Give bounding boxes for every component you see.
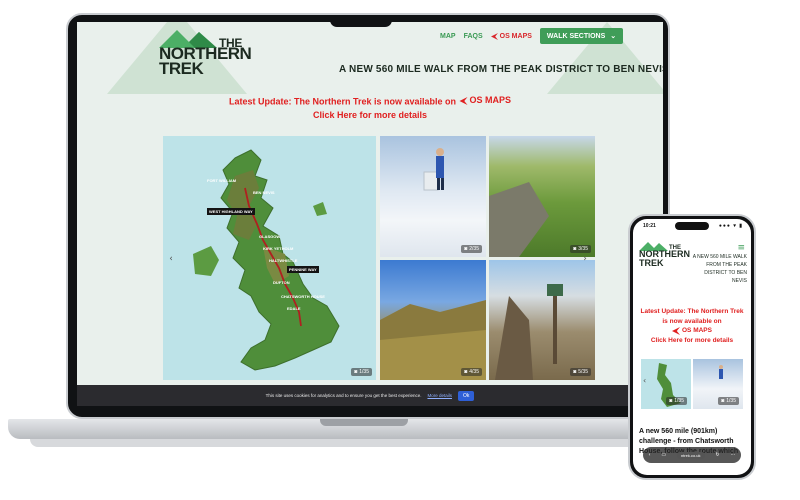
map-label-pennine-way: PENNINE WAY xyxy=(287,266,319,273)
cairn-signpost-scene xyxy=(495,284,563,380)
nav-os-maps[interactable]: OS MAPS xyxy=(490,32,532,40)
address-bar[interactable]: ntrek.co.uk xyxy=(676,451,705,459)
map-label-glasgow: GLASGOW xyxy=(259,234,281,239)
camera-icon: ◙ xyxy=(573,369,577,375)
os-maps-logo-icon xyxy=(490,32,498,40)
cookie-more-link[interactable]: More details xyxy=(427,393,452,398)
os-maps-logo-icon xyxy=(672,326,680,335)
site-header: THE NORTHERN TREK MAP FAQS OS MAPS WALK … xyxy=(77,22,663,96)
map-label-ben-nevis: BEN NEVIS xyxy=(253,190,275,195)
map-label-kirk-yetholm: KIRK YETHOLM xyxy=(263,246,294,251)
camera-icon: ◙ xyxy=(669,398,673,404)
phone-update-details-link[interactable]: Click Here for more details xyxy=(633,336,751,346)
phone-screen: 10:21 ●●● ▾ ▮ THE NORTHERN TREK ≡ A NEW … xyxy=(633,219,751,475)
dynamic-island xyxy=(675,222,709,230)
map-label-haltwhistle: HALTWHISTLE xyxy=(269,258,298,263)
route-map-tile[interactable]: FORT WILLIAM BEN NEVIS WEST HIGHLAND WAY… xyxy=(163,136,376,380)
main-nav: MAP FAQS OS MAPS WALK SECTIONS ⌄ xyxy=(440,27,624,45)
back-icon[interactable]: ‹ xyxy=(648,452,650,458)
cookie-bar: This site uses cookies for analytics and… xyxy=(77,385,663,406)
phone-time: 10:21 xyxy=(643,223,656,229)
phone-gallery-photo[interactable]: ◙ 1/35 xyxy=(693,359,743,409)
camera-icon: ◙ xyxy=(573,246,577,252)
camera-icon: ◙ xyxy=(721,398,725,404)
gallery-photo-cairn[interactable]: ◙ 5/35 xyxy=(489,260,595,380)
map-photo-badge: ◙ 1/35 xyxy=(351,368,372,376)
phone-photo-badge: ◙ 1/35 xyxy=(718,397,739,405)
update-os-maps: OS MAPS xyxy=(459,94,512,107)
more-icon[interactable]: ⋯ xyxy=(731,452,736,458)
phone-logo-line-2: TREK xyxy=(639,258,664,268)
phone-update-os-maps: OS MAPS xyxy=(633,326,751,336)
update-text: Latest Update: The Northern Trek is now … xyxy=(228,96,457,107)
phone-gallery-map[interactable]: ◙ 1/35 xyxy=(641,359,691,409)
logo-wordmark: NORTHERN TREK xyxy=(159,45,252,78)
hiker-figure xyxy=(423,148,444,191)
os-maps-logo-icon xyxy=(459,96,468,105)
update-details-link[interactable]: Click Here for more details xyxy=(77,109,663,122)
laptop-trackpad-notch xyxy=(320,419,408,426)
phone-status-icons: ●●● ▾ ▮ xyxy=(718,223,743,229)
moorland-scene xyxy=(380,300,486,380)
gallery-photo-summit[interactable]: ◙ 2/35 xyxy=(380,136,486,257)
photo-badge: ◙ 5/35 xyxy=(570,368,591,376)
camera-icon: ◙ xyxy=(354,369,358,375)
tabs-icon[interactable]: ▭ xyxy=(661,452,666,458)
update-os-maps-label: OS MAPS xyxy=(469,95,512,105)
laptop-camera-notch xyxy=(330,15,392,27)
latest-update-banner[interactable]: Latest Update: The Northern Trek is now … xyxy=(77,94,663,122)
camera-icon: ◙ xyxy=(464,369,468,375)
chevron-down-icon: ⌄ xyxy=(610,33,617,40)
badge-count: 1/35 xyxy=(726,398,736,404)
phone-status-bar: 10:21 ●●● ▾ ▮ xyxy=(633,219,751,233)
photo-gallery: FORT WILLIAM BEN NEVIS WEST HIGHLAND WAY… xyxy=(163,136,595,380)
gallery-photo-moorland[interactable]: ◙ 4/35 xyxy=(380,260,486,380)
cookie-text: This site uses cookies for analytics and… xyxy=(265,393,422,398)
phone-update-banner[interactable]: Latest Update: The Northern Trek is now … xyxy=(633,307,751,345)
walk-sections-button[interactable]: WALK SECTIONS ⌄ xyxy=(539,28,624,44)
gallery-prev-arrow-icon[interactable]: ‹ xyxy=(164,252,178,266)
laptop-screen: THE NORTHERN TREK MAP FAQS OS MAPS WALK … xyxy=(77,22,663,406)
phone-update-os-label: OS MAPS xyxy=(682,327,712,334)
phone-site-header: THE NORTHERN TREK ≡ A NEW 560 MILE WALK … xyxy=(633,233,751,293)
map-label-chatsworth: CHATSWORTH HOUSE xyxy=(281,294,325,299)
phone-tagline: A NEW 560 MILE WALK FROM THE PEAK DISTRI… xyxy=(692,254,747,284)
phone-update-line-2: is now available on xyxy=(662,317,722,325)
site-tagline: A NEW 560 MILE WALK FROM THE PEAK DISTRI… xyxy=(339,64,663,75)
badge-count: 5/35 xyxy=(578,369,588,375)
photo-badge: ◙ 4/35 xyxy=(461,368,482,376)
gallery-photo-valley[interactable]: ◙ 3/35 xyxy=(489,136,595,257)
badge-count: 2/35 xyxy=(469,246,479,252)
map-label-dufton: DUFTON xyxy=(273,280,290,285)
laptop-shadow xyxy=(30,439,700,447)
map-label-fort-william: FORT WILLIAM xyxy=(207,178,237,183)
camera-icon: ◙ xyxy=(464,246,468,252)
badge-count: 1/35 xyxy=(359,369,369,375)
phone-browser-toolbar: ‹ ▭ ntrek.co.uk ↻ ⋯ xyxy=(643,447,741,463)
nav-os-maps-label: OS MAPS xyxy=(499,32,532,40)
map-label-west-highland-way: WEST HIGHLAND WAY xyxy=(207,208,255,215)
reload-icon[interactable]: ↻ xyxy=(715,452,719,458)
hamburger-menu-icon[interactable]: ≡ xyxy=(737,243,745,253)
nav-map[interactable]: MAP xyxy=(440,33,456,40)
badge-count: 1/35 xyxy=(674,398,684,404)
phone-gallery: ◙ 1/35 ◙ 1/35 xyxy=(641,359,743,409)
walk-sections-label: WALK SECTIONS xyxy=(546,32,606,40)
laptop-base xyxy=(8,419,720,439)
nav-faqs[interactable]: FAQS xyxy=(464,33,483,40)
badge-count: 4/35 xyxy=(469,369,479,375)
valley-scene xyxy=(489,182,549,257)
photo-badge: ◙ 2/35 xyxy=(461,245,482,253)
logo-line-2: TREK xyxy=(159,59,204,78)
phone-logo-wordmark: NORTHERN TREK xyxy=(639,250,690,268)
phone-photo-badge: ◙ 1/35 xyxy=(666,397,687,405)
phone-update-line-1: Latest Update: The Northern Trek xyxy=(640,308,744,315)
map-label-edale: EDALE xyxy=(287,306,301,311)
gallery-next-arrow-icon[interactable]: › xyxy=(578,252,592,266)
phone-gallery-prev-icon[interactable]: ‹ xyxy=(643,376,646,385)
cookie-ok-button[interactable]: Ok xyxy=(457,390,475,401)
